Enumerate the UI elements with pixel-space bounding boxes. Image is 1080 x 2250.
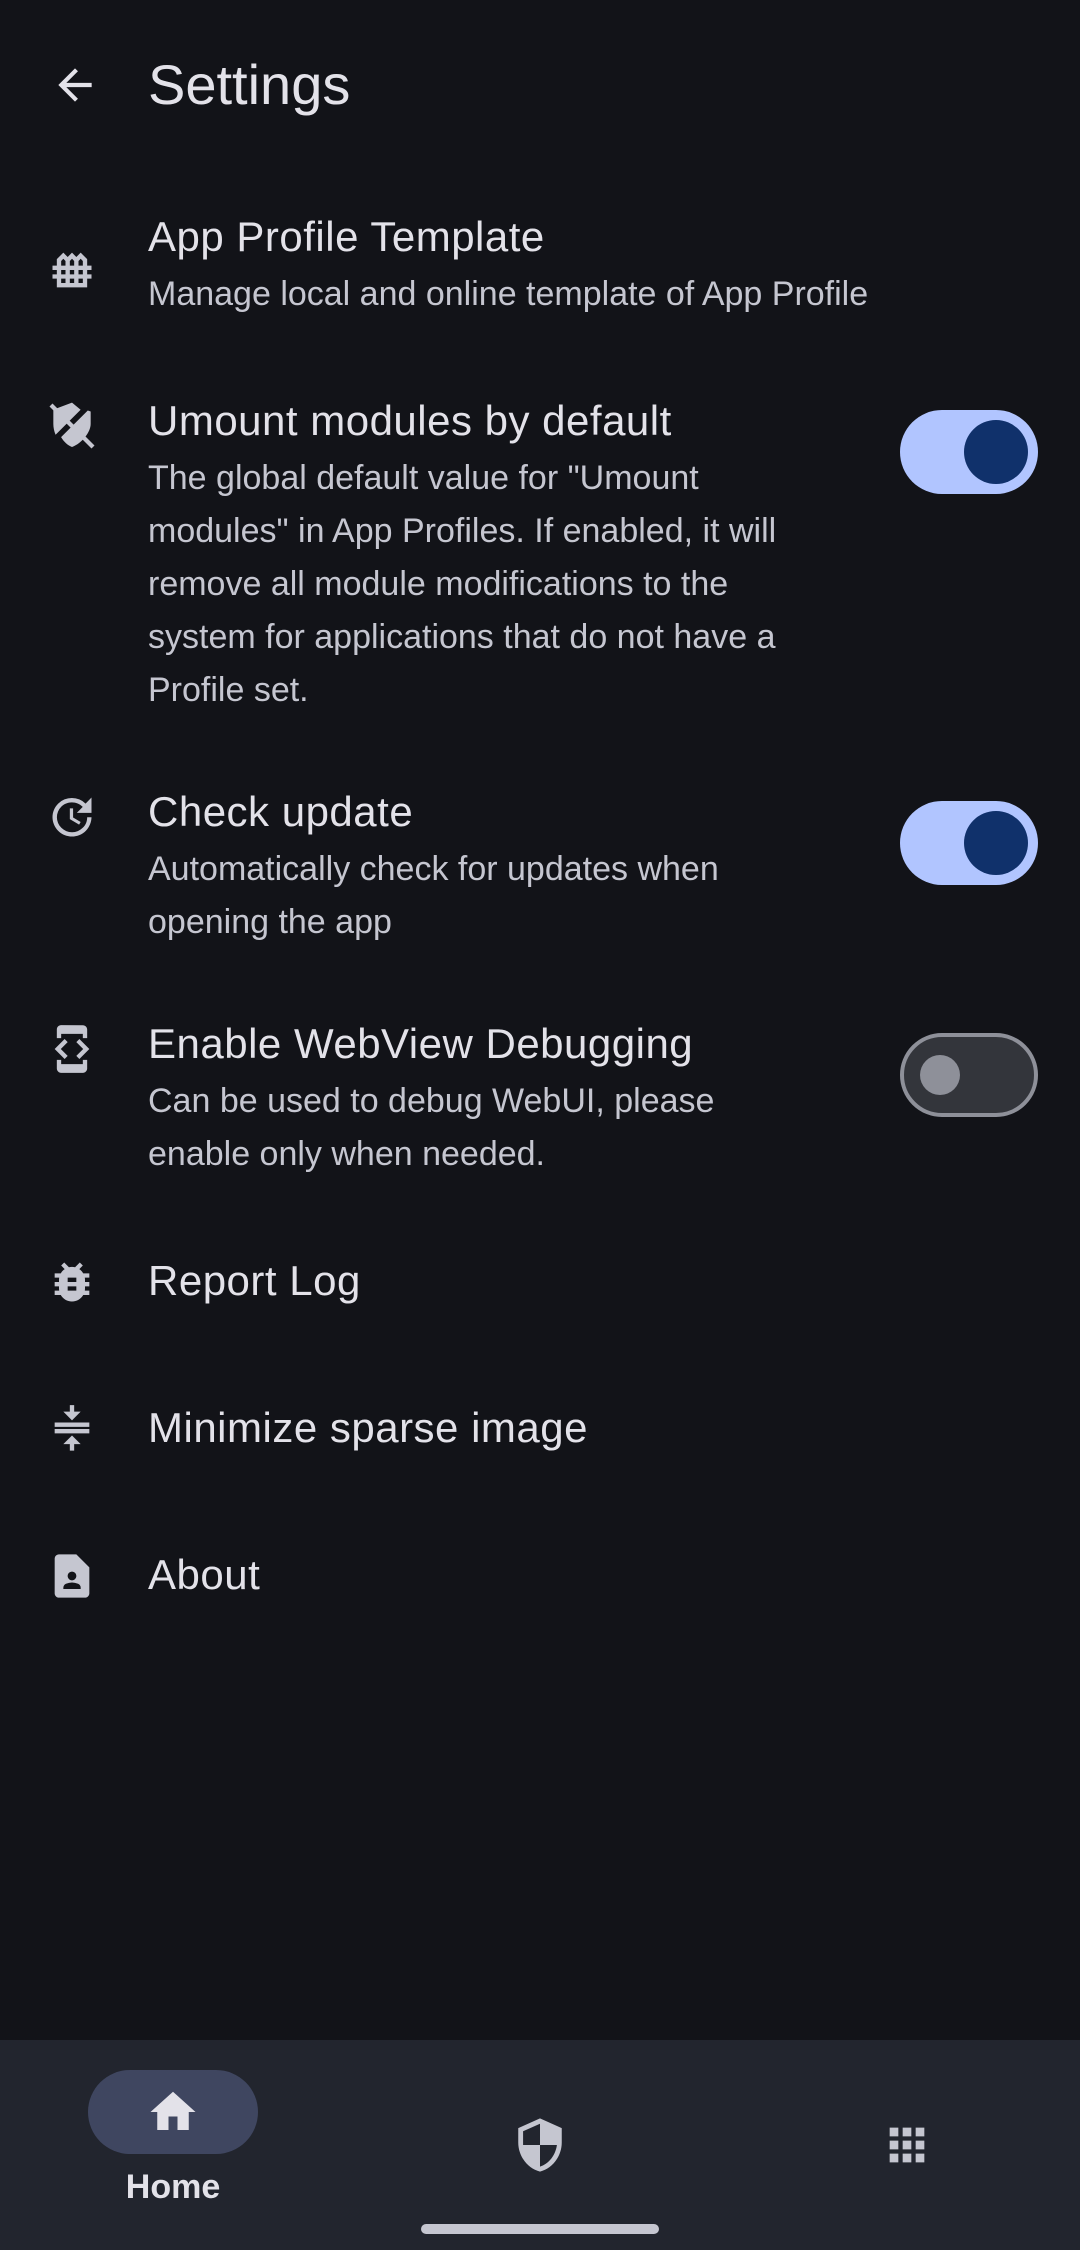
fence-icon — [40, 238, 104, 302]
setting-title: Enable WebView Debugging — [148, 1020, 694, 1067]
page-title: Settings — [148, 53, 351, 116]
switch-thumb — [920, 1055, 960, 1095]
nav-superuser-button[interactable] — [505, 2110, 575, 2180]
switch-thumb — [964, 420, 1028, 484]
contact-page-icon — [40, 1544, 104, 1608]
setting-subtitle-line: Can be used to debug WebUI, please — [148, 1082, 715, 1120]
setting-title: Report Log — [148, 1257, 361, 1304]
shield-icon — [518, 2118, 562, 2172]
setting-check-update[interactable]: Check update Automatically check for upd… — [0, 785, 1080, 945]
arrow-back-icon — [58, 68, 92, 102]
setting-subtitle-line: modules" in App Profiles. If enabled, it… — [148, 512, 777, 550]
developer-mode-icon — [40, 1017, 104, 1081]
webview-debugging-switch[interactable] — [900, 1033, 1038, 1117]
setting-subtitle-line: enable only when needed. — [148, 1135, 545, 1173]
setting-subtitle-line: remove all module modifications to the — [148, 565, 729, 603]
update-icon — [40, 785, 104, 849]
bottom-navigation-bar: Home — [0, 2040, 1080, 2250]
setting-subtitle-line: opening the app — [148, 903, 392, 941]
nav-home-label[interactable]: Home — [88, 2168, 258, 2207]
shield-off-icon — [40, 394, 104, 458]
setting-umount-modules[interactable]: Umount modules by default The global def… — [0, 394, 1080, 714]
setting-title: App Profile Template — [148, 213, 545, 260]
nav-home-button[interactable] — [88, 2070, 258, 2154]
setting-subtitle-line: Profile set. — [148, 671, 309, 709]
compress-icon — [40, 1397, 104, 1461]
nav-modules-button[interactable] — [872, 2110, 942, 2180]
setting-about[interactable]: About — [0, 1544, 1080, 1614]
setting-title: Check update — [148, 788, 414, 835]
setting-subtitle-line: Automatically check for updates when — [148, 850, 719, 888]
setting-subtitle-line: system for applications that do not have… — [148, 618, 776, 656]
setting-report-log[interactable]: Report Log — [0, 1250, 1080, 1320]
umount-modules-switch[interactable] — [900, 410, 1038, 494]
apps-grid-icon — [889, 2127, 925, 2163]
bug-icon — [40, 1250, 104, 1314]
home-icon — [150, 2091, 196, 2130]
gesture-navigation-bar[interactable] — [421, 2224, 659, 2234]
setting-title: Umount modules by default — [148, 397, 672, 444]
setting-minimize-sparse-image[interactable]: Minimize sparse image — [0, 1397, 1080, 1467]
top-app-bar: Settings — [0, 0, 1080, 170]
setting-title: Minimize sparse image — [148, 1404, 588, 1451]
setting-title: About — [148, 1551, 261, 1598]
check-update-switch[interactable] — [900, 801, 1038, 885]
switch-thumb — [964, 811, 1028, 875]
setting-app-profile-template[interactable]: App Profile Template Manage local and on… — [0, 210, 1080, 330]
setting-subtitle: Manage local and online template of App … — [148, 275, 869, 313]
setting-webview-debugging[interactable]: Enable WebView Debugging Can be used to … — [0, 1017, 1080, 1177]
setting-subtitle-line: The global default value for "Umount — [148, 459, 699, 497]
back-button[interactable] — [40, 50, 110, 120]
